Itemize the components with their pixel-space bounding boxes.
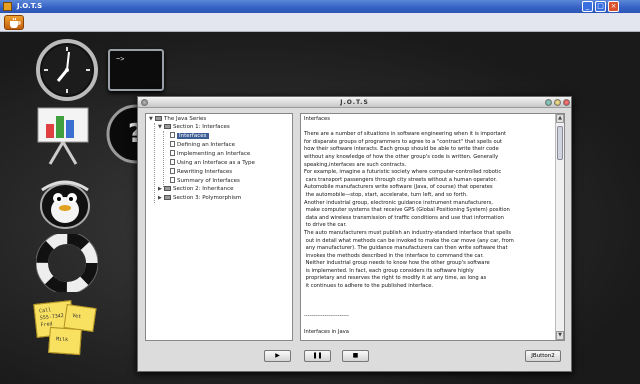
maximize-button[interactable] — [554, 99, 561, 106]
tree-node-label: Implementing an Interface — [177, 151, 251, 157]
tree-node-label: Defining an Interface — [177, 142, 236, 148]
lifebuoy-icon[interactable] — [36, 234, 98, 292]
tree-node-root[interactable]: ▼ The Java Series — [149, 116, 206, 124]
content-text[interactable]: Interfaces There are a number of situati… — [304, 116, 550, 336]
help-icon[interactable]: ? — [104, 104, 140, 164]
tree-node-using-as-type[interactable]: Using an Interface as a Type — [170, 159, 255, 167]
tree-node-section-1[interactable]: ▼ Section 1: Interfaces — [158, 124, 230, 132]
sticky-note: Milk — [48, 326, 82, 356]
scroll-down-arrow-icon[interactable]: ▼ — [556, 331, 564, 340]
outer-title-bar: J.O.T.S _ □ × — [0, 0, 640, 13]
clock-icon[interactable] — [35, 38, 99, 102]
close-button[interactable]: × — [608, 1, 619, 12]
folder-icon — [164, 124, 171, 129]
tree-guide-line — [163, 131, 164, 187]
jots-window-title: J.O.T.S — [340, 99, 369, 106]
minimize-button[interactable]: _ — [582, 1, 593, 12]
stop-button[interactable]: ■ — [342, 350, 369, 362]
document-icon — [170, 150, 175, 156]
app-icon — [3, 2, 12, 11]
tree-node-label: Interfaces — [177, 133, 209, 139]
tree-node-interfaces[interactable]: Interfaces — [170, 132, 209, 140]
stop-icon: ■ — [352, 352, 359, 359]
tree-node-summary[interactable]: Summary of Interfaces — [170, 177, 240, 185]
note-line: Vet — [71, 312, 82, 321]
document-icon — [170, 141, 175, 147]
tree-node-label: Rewriting Interfaces — [177, 169, 233, 175]
maximize-button[interactable]: □ — [595, 1, 606, 12]
tree-node-section-3[interactable]: ▶ Section 3: Polymorphism — [158, 195, 241, 203]
sticky-notes-icon[interactable]: Call 555-7342 Fred Vet Milk — [33, 298, 101, 358]
folder-icon — [155, 116, 162, 121]
folder-icon — [164, 186, 171, 191]
pause-icon: ❚❚ — [312, 352, 323, 359]
play-button[interactable]: ▶ — [264, 350, 291, 362]
outer-window-title: J.O.T.S — [17, 2, 43, 10]
tree-node-section-2[interactable]: ▶ Section 2: Inheritance — [158, 186, 233, 194]
tree-node-label: Section 1: Interfaces — [173, 124, 230, 130]
tree-node-label: Using an Interface as a Type — [177, 160, 255, 166]
tree-node-label: Section 2: Inheritance — [173, 186, 234, 192]
tree-node-defining[interactable]: Defining an Interface — [170, 141, 235, 149]
pause-button[interactable]: ❚❚ — [304, 350, 331, 362]
minimize-button[interactable] — [545, 99, 552, 106]
folder-icon — [164, 195, 171, 200]
tree-guide-line — [154, 123, 155, 203]
jbutton2-label: JButton2 — [531, 353, 555, 359]
tree-node-rewriting[interactable]: Rewriting Interfaces — [170, 168, 232, 176]
play-icon: ▶ — [275, 352, 280, 359]
tree-node-label: The Java Series — [164, 116, 207, 122]
jots-title-bar[interactable]: J.O.T.S — [138, 97, 571, 108]
chapter-tree: ▼ The Java Series ▼ Section 1: Interfaces … — [145, 113, 293, 341]
tree-node-implementing[interactable]: Implementing an Interface — [170, 150, 250, 158]
tree-node-label: Section 3: Polymorphism — [173, 195, 242, 201]
menu-logo-button[interactable] — [4, 15, 24, 30]
menu-bar — [0, 13, 640, 32]
scrollbar-thumb[interactable] — [557, 126, 563, 160]
terminal-prompt: ~> — [116, 55, 125, 63]
document-icon — [170, 159, 175, 165]
vertical-scrollbar[interactable]: ▲ ▼ — [555, 114, 564, 340]
document-icon — [170, 132, 175, 138]
document-icon — [170, 168, 175, 174]
jots-window: J.O.T.S ▼ The Java Series ▼ Section 1: Int… — [137, 96, 572, 372]
tree-node-label: Summary of Interfaces — [177, 178, 240, 184]
penguin-mascot-icon[interactable] — [34, 172, 96, 232]
jbutton2[interactable]: JButton2 — [525, 350, 561, 362]
content-text-area[interactable]: Interfaces There are a number of situati… — [300, 113, 565, 341]
scroll-up-arrow-icon[interactable]: ▲ — [556, 114, 564, 123]
terminal-icon[interactable]: ~> — [108, 49, 164, 91]
note-line: Milk — [55, 336, 69, 344]
document-icon — [170, 177, 175, 183]
close-button[interactable] — [563, 99, 570, 106]
coffee-icon — [10, 18, 21, 28]
presentation-icon[interactable] — [36, 104, 90, 166]
